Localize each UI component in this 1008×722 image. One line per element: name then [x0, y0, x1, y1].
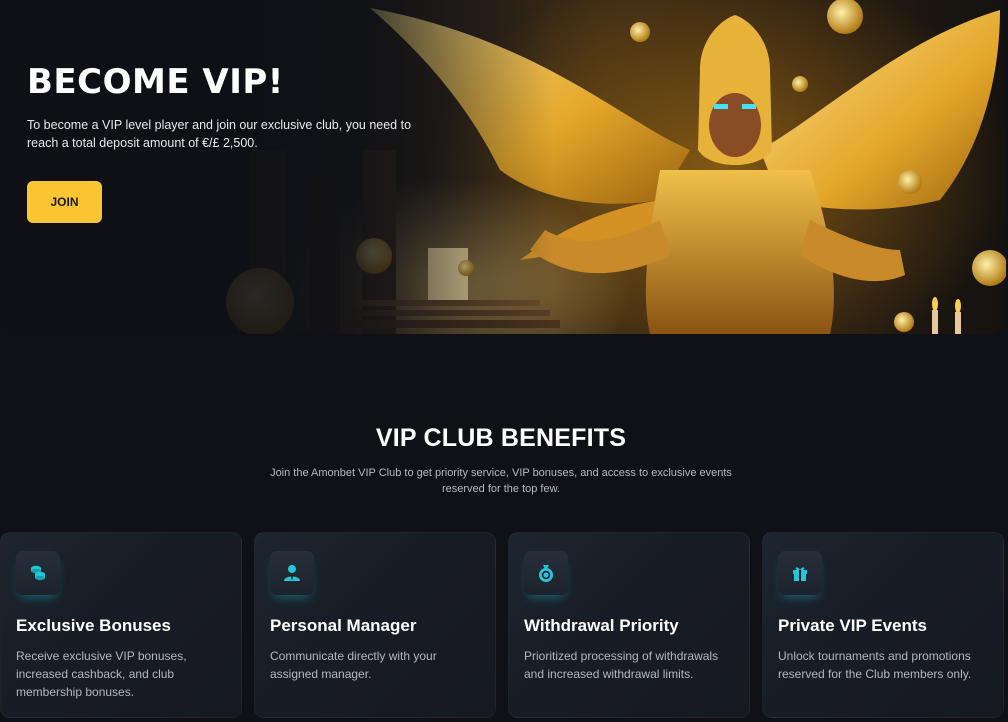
golden-winged-warrior-artwork — [0, 0, 1006, 334]
gift-icon — [778, 551, 822, 595]
benefits-subtitle: Join the Amonbet VIP Club to get priorit… — [270, 467, 732, 495]
benefit-description: Unlock tournaments and promotions reserv… — [778, 649, 972, 681]
benefits-title: VIP CLUB BENEFITS — [375, 424, 627, 452]
benefit-title: Personal Manager — [270, 616, 417, 635]
hero-title: BECOME VIP! — [27, 62, 284, 102]
benefit-card-withdrawal-priority: Withdrawal Priority Prioritized processi… — [508, 532, 750, 718]
join-button[interactable]: JOIN — [27, 181, 102, 223]
benefit-card-personal-manager: Personal Manager Communicate directly wi… — [254, 532, 496, 718]
coins-icon — [16, 551, 60, 595]
benefit-description: Prioritized processing of withdrawals an… — [524, 649, 719, 681]
benefit-card-private-vip-events: Private VIP Events Unlock tournaments an… — [762, 532, 1004, 718]
benefit-title: Withdrawal Priority — [524, 616, 679, 635]
benefit-description: Receive exclusive VIP bonuses, increased… — [16, 649, 187, 699]
benefits-cards: Exclusive Bonuses Receive exclusive VIP … — [0, 532, 1008, 722]
manager-icon — [270, 551, 314, 595]
benefit-description: Communicate directly with your assigned … — [270, 649, 437, 681]
vip-hero-banner: BECOME VIP! To become a VIP level player… — [0, 0, 1006, 334]
benefit-title: Exclusive Bonuses — [16, 616, 171, 635]
hero-description: To become a VIP level player and join ou… — [27, 118, 412, 150]
benefit-card-exclusive-bonuses: Exclusive Bonuses Receive exclusive VIP … — [0, 532, 242, 718]
benefit-title: Private VIP Events — [778, 616, 927, 635]
money-bag-icon — [524, 551, 568, 595]
